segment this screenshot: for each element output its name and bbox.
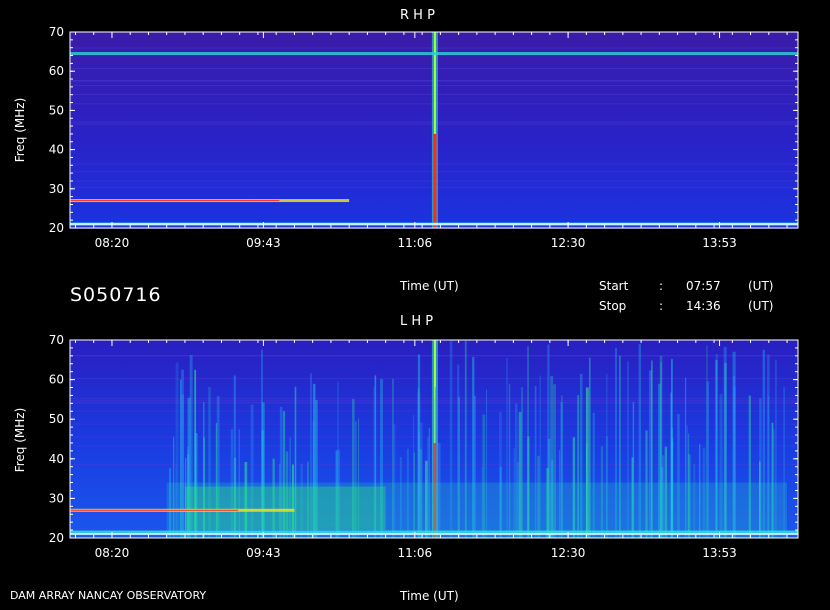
time-axis-label-top: Time (UT) [400, 279, 459, 293]
lhp-title: L H P [400, 314, 434, 329]
y-tick-label: 30 [49, 491, 64, 505]
baseline-strip [70, 533, 798, 536]
x-tick-label: 12:30 [551, 236, 586, 250]
rhp-y-axis-title: Freq (MHz) [13, 98, 27, 163]
y-tick-label: 60 [49, 373, 64, 387]
x-tick-label: 13:53 [702, 236, 737, 250]
x-tick-label: 09:43 [246, 236, 281, 250]
lhp-y-axis-title: Freq (MHz) [13, 408, 27, 473]
x-tick-label: 11:06 [398, 236, 433, 250]
y-tick-label: 40 [49, 143, 64, 157]
start-colon: : [659, 279, 664, 293]
x-tick-label: 12:30 [551, 546, 586, 560]
burst-peak [433, 133, 437, 228]
y-tick-label: 20 [49, 221, 64, 235]
start-unit: (UT) [748, 279, 774, 293]
y-tick-label: 70 [49, 333, 64, 347]
x-tick-label: 11:06 [398, 546, 433, 560]
x-tick-label: 13:53 [702, 546, 737, 560]
y-tick-label: 50 [49, 103, 64, 117]
time-axis-label-bottom: Time (UT) [400, 589, 459, 603]
footer-observatory: DAM ARRAY NANCAY OBSERVATORY [10, 589, 207, 602]
rhp-title: R H P [400, 8, 435, 23]
x-tick-label: 08:20 [95, 546, 130, 560]
x-tick-label: 09:43 [246, 546, 281, 560]
y-tick-label: 40 [49, 452, 64, 466]
start-time: 07:57 [686, 279, 721, 293]
y-tick-label: 20 [49, 531, 64, 545]
observation-id: S050716 [70, 284, 162, 306]
rhp-spectrogram-panel: 20 30 40 50 60 70 08:20 09:43 11:06 12:30 13:53 [49, 25, 799, 250]
y-tick-label: 30 [49, 182, 64, 196]
baseline-strip [70, 223, 798, 226]
stop-colon: : [659, 299, 664, 313]
stop-unit: (UT) [748, 299, 774, 313]
start-label: Start [599, 279, 629, 293]
storm-core [184, 486, 386, 531]
stop-time: 14:36 [686, 299, 721, 313]
emission-band [70, 52, 798, 56]
stop-label: Stop [599, 299, 627, 313]
y-tick-label: 70 [49, 25, 64, 39]
y-tick-label: 50 [49, 412, 64, 426]
lhp-spectrogram-panel: 20 30 40 50 60 70 08:20 09:43 11:06 12:30 13:53 [49, 333, 799, 560]
x-tick-label: 08:20 [95, 236, 130, 250]
y-tick-label: 60 [49, 64, 64, 78]
emission-band-core [70, 509, 239, 511]
emission-band-core [70, 200, 280, 202]
